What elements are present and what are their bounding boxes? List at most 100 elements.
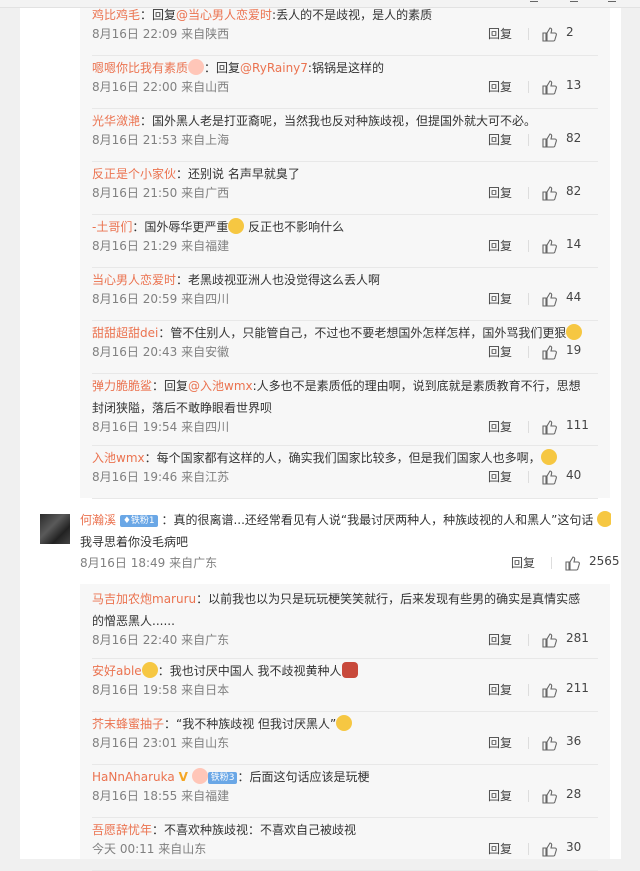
reply-item: 光华潋滟：国外黑人老是打亚裔呢，当然我也反对种族歧视，但提国外就大可不必。 8月1… — [80, 109, 610, 162]
comment-username[interactable]: 何瀚溪 — [80, 513, 116, 527]
thumbs-up-icon[interactable] — [541, 735, 557, 751]
reply-button[interactable]: 回复 — [488, 468, 512, 485]
reply-date: 8月16日 20:59 — [92, 292, 178, 306]
thumbs-up-icon[interactable] — [541, 841, 557, 857]
emoji-icon — [341, 662, 358, 678]
reply-username[interactable]: 甜甜超甜dei — [92, 326, 158, 340]
mention-link[interactable]: @当心男人恋爱时 — [176, 8, 272, 22]
minimize-icon[interactable] — [530, 1, 538, 6]
thumbs-up-icon[interactable] — [541, 632, 557, 648]
reply-button[interactable]: 回复 — [488, 418, 512, 435]
reply-button[interactable]: 回复 — [488, 734, 512, 751]
reply-username[interactable]: 当心男人恋爱时 — [92, 273, 176, 287]
reply-button[interactable]: 回复 — [488, 131, 512, 148]
reply-meta: 8月16日 22:09 来自陕西 — [92, 25, 229, 43]
thumbs-up-icon[interactable] — [541, 788, 557, 804]
reply-button[interactable]: 回复 — [488, 787, 512, 804]
reply-button[interactable]: 回复 — [488, 237, 512, 254]
thumbs-up-icon[interactable] — [541, 185, 557, 201]
divider — [528, 634, 529, 646]
comment-actions: 回复 2565 — [511, 554, 621, 572]
divider — [528, 28, 529, 40]
reply-username[interactable]: 鸡比鸡毛 — [92, 8, 140, 22]
reply-username[interactable]: 马吉加农炮maruru — [92, 592, 196, 606]
reply-date: 8月16日 21:53 — [92, 133, 178, 147]
reply-location: 来自山东 — [158, 842, 207, 856]
thumbs-up-icon[interactable] — [564, 555, 580, 571]
like-count: 28 — [566, 787, 582, 801]
reply-button[interactable]: 回复 — [488, 343, 512, 360]
user-badge-icon — [188, 59, 205, 75]
reply-button[interactable]: 回复 — [511, 554, 535, 571]
reply-button[interactable]: 回复 — [488, 290, 512, 307]
thumbs-up-icon[interactable] — [541, 238, 557, 254]
reply-username[interactable]: 光华潋滟 — [92, 114, 140, 128]
thumbs-up-icon[interactable] — [541, 419, 557, 435]
reply-button[interactable]: 回复 — [488, 840, 512, 857]
reply-meta: 8月16日 20:59 来自四川 — [92, 290, 229, 308]
like-count: 82 — [566, 131, 582, 145]
reply-location: 来自广西 — [181, 186, 230, 200]
reply-actions: 回复 44 — [488, 290, 598, 308]
reply-actions: 回复 281 — [488, 631, 598, 649]
reply-button[interactable]: 回复 — [488, 184, 512, 201]
divider — [528, 843, 529, 855]
close-icon[interactable] — [608, 1, 616, 6]
reply-date: 8月16日 19:58 — [92, 683, 178, 697]
reply-text: ：还别说 名声早就臭了 — [176, 167, 300, 181]
avatar[interactable] — [40, 514, 70, 544]
fan-badge: 铁粉3 — [207, 772, 238, 784]
reply-item: 安好able ：我也讨厌中国人 我不歧视黄种人 8月16日 19:58 来自日本 回复… — [80, 659, 610, 712]
thumbs-up-icon[interactable] — [541, 26, 557, 42]
main-comment: 何瀚溪 ♦铁粉1 ：真的很离谱...还经常看见有人说“我最讨厌两种人，种族歧视的… — [20, 508, 621, 584]
reply-username[interactable]: 反正是个小家伙 — [92, 167, 176, 181]
reply-button[interactable]: 回复 — [488, 78, 512, 95]
reply-location: 来自日本 — [181, 683, 230, 697]
reply-text: 反正也不影响什么 — [244, 220, 345, 234]
reply-username[interactable]: -土哥们 — [92, 220, 132, 234]
like-count: 19 — [566, 343, 582, 357]
like-count: 2 — [566, 25, 574, 39]
comment-meta: 8月16日 18:49 来自广东 — [80, 554, 217, 572]
thumbs-up-icon[interactable] — [541, 469, 557, 485]
reply-username[interactable]: 吾愿辞忧年 — [92, 823, 152, 837]
reply-username[interactable]: 嗯嗯你比我有素质 — [92, 61, 188, 75]
reply-line: 反正是个小家伙：还别说 名声早就臭了 — [92, 164, 600, 184]
thumbs-up-icon[interactable] — [541, 344, 557, 360]
thumbs-up-icon[interactable] — [541, 682, 557, 698]
restore-icon[interactable] — [570, 1, 578, 6]
reply-button[interactable]: 回复 — [488, 631, 512, 648]
reply-line: 甜甜超甜dei：管不住别人，只能管自己，不过也不要老想国外怎样怎样，国外骂我们更… — [92, 323, 600, 343]
reply-line: 嗯嗯你比我有素质 ：回复@RyRainy7:锅锅是这样的 — [92, 58, 600, 78]
reply-date: 8月16日 19:46 — [92, 470, 178, 484]
divider — [528, 737, 529, 749]
thumbs-up-icon[interactable] — [541, 291, 557, 307]
comment-text: ：真的很离谱...还经常看见有人说“我最讨厌两种人，种族歧视的人和黑人”这句话 — [161, 513, 594, 527]
reply-line: 吾愿辞忧年：不喜欢种族歧视：不喜欢自己被歧视 — [92, 820, 600, 840]
user-badge-icon — [141, 662, 158, 678]
user-badge-icon — [191, 768, 208, 784]
mention-link[interactable]: @RyRainy7 — [240, 61, 308, 75]
comment-location: 来自广东 — [169, 556, 218, 570]
emoji-icon — [566, 324, 583, 340]
reply-button[interactable]: 回复 — [488, 681, 512, 698]
divider — [528, 790, 529, 802]
reply-date: 8月16日 23:01 — [92, 736, 178, 750]
reply-username[interactable]: HaNnAharuka — [92, 770, 175, 784]
thumbs-up-icon[interactable] — [541, 79, 557, 95]
reply-button[interactable]: 回复 — [488, 25, 512, 42]
divider — [528, 81, 529, 93]
reply-username[interactable]: 安好able — [92, 664, 142, 678]
reply-meta: 8月16日 22:40 来自广东 — [92, 631, 229, 649]
reply-text: :锅锅是这样的 — [307, 61, 384, 75]
reply-username[interactable]: 芥末蜂蜜抽子 — [92, 717, 164, 731]
reply-username[interactable]: 入池wmx — [92, 451, 145, 465]
reply-username[interactable]: 弹力脆脆鲨 — [92, 379, 152, 393]
reply-actions: 回复 211 — [488, 681, 598, 699]
comment-text-line: 何瀚溪 ♦铁粉1 ：真的很离谱...还经常看见有人说“我最讨厌两种人，种族歧视的… — [80, 510, 611, 530]
thumbs-up-icon[interactable] — [541, 132, 557, 148]
reply-item: 反正是个小家伙：还别说 名声早就臭了 8月16日 21:50 来自广西 回复 82 — [80, 162, 610, 215]
mention-link[interactable]: @入池wmx — [188, 379, 253, 393]
reply-meta: 8月16日 18:55 来自福建 — [92, 787, 229, 805]
reply-date: 8月16日 22:40 — [92, 633, 178, 647]
